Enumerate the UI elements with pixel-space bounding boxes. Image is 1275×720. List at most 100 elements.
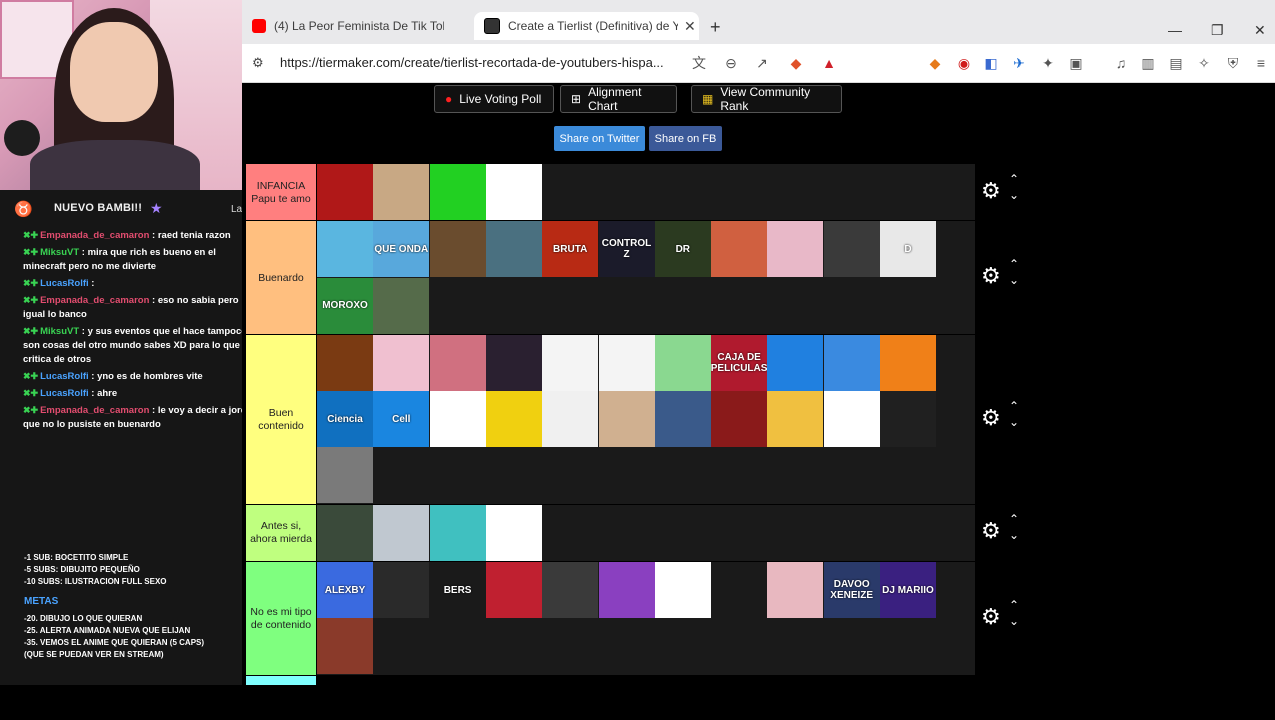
tier-item-image[interactable]: [823, 221, 880, 278]
tier-item-image[interactable]: [542, 391, 599, 448]
tier-item-image[interactable]: [485, 164, 542, 220]
tier-item-image[interactable]: [767, 334, 824, 391]
tier-item-image[interactable]: [429, 164, 486, 220]
move-up-icon[interactable]: ⌃: [1009, 257, 1019, 271]
move-up-icon[interactable]: ⌃: [1009, 512, 1019, 526]
tier-item-image[interactable]: [767, 221, 824, 278]
tier-label[interactable]: No es mi tipo de contenido: [246, 562, 316, 676]
tier-item-image[interactable]: [373, 504, 430, 561]
tier-label[interactable]: Buenardo: [246, 221, 316, 335]
tier-item-image[interactable]: [598, 562, 655, 619]
tier-item-image[interactable]: [485, 334, 542, 391]
share-twitter-button[interactable]: Share on Twitter: [554, 126, 645, 151]
tier-item-image[interactable]: [317, 447, 373, 504]
gear-icon[interactable]: ⚙: [981, 405, 1001, 431]
live-voting-button[interactable]: ● Live Voting Poll: [434, 85, 554, 113]
translate-ext-icon[interactable]: ◧: [982, 54, 1000, 72]
move-down-icon[interactable]: ⌄: [1009, 188, 1019, 202]
tier-item-image[interactable]: [654, 334, 711, 391]
tier-item-image[interactable]: BERS: [429, 562, 486, 619]
gear-icon[interactable]: ⚙: [981, 178, 1001, 204]
tier-item-image[interactable]: [317, 618, 373, 675]
tier-item-image[interactable]: [598, 391, 655, 448]
tier-item-image[interactable]: [485, 221, 542, 278]
sidebar-icon[interactable]: ▥: [1139, 54, 1157, 72]
tier-item-image[interactable]: [767, 562, 824, 619]
tier-item-image[interactable]: DJ MARIIO: [880, 562, 936, 619]
extensions-icon[interactable]: ✦: [1039, 54, 1057, 72]
tier-item-image[interactable]: [711, 562, 768, 619]
close-window-button[interactable]: ✕: [1254, 22, 1266, 39]
tier-item-image[interactable]: [485, 562, 542, 619]
tier-item-image[interactable]: Ciencia: [317, 391, 373, 448]
tier-item-image[interactable]: [598, 334, 655, 391]
metamask-icon[interactable]: ◆: [926, 54, 944, 72]
tier-item-image[interactable]: BRUTA: [542, 221, 599, 278]
tier-item-image[interactable]: MOROXO: [317, 277, 373, 334]
tier-item-image[interactable]: [880, 391, 936, 448]
brave-shield-icon[interactable]: ◆: [787, 54, 805, 72]
tier-label[interactable]: INFANCIA Papu te amo: [246, 164, 316, 222]
tier-label[interactable]: Buen contenido: [246, 334, 316, 505]
tier-item-image[interactable]: [429, 334, 486, 391]
tier-item-image[interactable]: CONTROL Z: [598, 221, 655, 278]
tier-item-image[interactable]: [317, 164, 373, 220]
music-icon[interactable]: ♫: [1112, 54, 1130, 72]
tier-item-image[interactable]: [485, 504, 542, 561]
new-tab-button[interactable]: +: [710, 17, 721, 38]
tab-tiermaker[interactable]: Create a Tierlist (Definitiva) de Yo ✕: [474, 12, 699, 40]
tier-item-image[interactable]: [373, 277, 430, 334]
move-up-icon[interactable]: ⌃: [1009, 172, 1019, 186]
tier-item-image[interactable]: [317, 221, 373, 278]
tier-item-image[interactable]: [711, 391, 768, 448]
community-rank-button[interactable]: ▦ View Community Rank: [691, 85, 842, 113]
move-down-icon[interactable]: ⌄: [1009, 614, 1019, 628]
tier-label[interactable]: [246, 675, 316, 685]
tier-item-image[interactable]: [429, 221, 486, 278]
tier-item-image[interactable]: DAVOO XENEIZE: [823, 562, 880, 619]
url-bar[interactable]: https://tiermaker.com/create/tierlist-re…: [280, 55, 680, 70]
tier-item-image[interactable]: [542, 334, 599, 391]
vpn-shield-icon[interactable]: ⛨: [1224, 54, 1242, 72]
tier-item-image[interactable]: [767, 391, 824, 448]
zoom-icon[interactable]: ⊖: [722, 54, 740, 72]
close-tab-icon[interactable]: ✕: [684, 18, 698, 35]
tier-item-image[interactable]: [823, 334, 880, 391]
gear-icon[interactable]: ⚙: [981, 604, 1001, 630]
move-down-icon[interactable]: ⌄: [1009, 273, 1019, 287]
tier-item-image[interactable]: [654, 391, 711, 448]
tier-item-image[interactable]: [654, 562, 711, 619]
brave-rewards-icon[interactable]: ▲: [820, 54, 838, 72]
tier-item-image[interactable]: DR: [654, 221, 711, 278]
site-info-icon[interactable]: ⚙: [252, 55, 264, 71]
wallet-icon[interactable]: ▤: [1167, 54, 1185, 72]
move-down-icon[interactable]: ⌄: [1009, 528, 1019, 542]
extension-red-icon[interactable]: ◉: [955, 54, 973, 72]
tier-item-image[interactable]: [373, 334, 430, 391]
gear-icon[interactable]: ⚙: [981, 518, 1001, 544]
vpn-ext-icon[interactable]: ✈: [1010, 54, 1028, 72]
tab-youtube[interactable]: (4) La Peor Feminista De Tik Tok Expu: [242, 12, 470, 40]
tier-item-image[interactable]: CAJA DE PELICULAS: [711, 334, 768, 391]
tier-item-image[interactable]: [373, 164, 430, 220]
move-up-icon[interactable]: ⌃: [1009, 598, 1019, 612]
tier-item-image[interactable]: [711, 221, 768, 278]
translate-icon[interactable]: 文: [690, 54, 708, 72]
screenshot-icon[interactable]: ▣: [1067, 54, 1085, 72]
tier-item-image[interactable]: [880, 334, 936, 391]
tier-item-image[interactable]: [429, 391, 486, 448]
tier-label[interactable]: Antes si, ahora mierda: [246, 504, 316, 563]
tier-item-image[interactable]: [542, 562, 599, 619]
share-icon[interactable]: ↗: [753, 54, 771, 72]
tier-item-image[interactable]: [373, 562, 430, 619]
move-up-icon[interactable]: ⌃: [1009, 399, 1019, 413]
minimize-button[interactable]: —: [1168, 22, 1182, 38]
tier-item-image[interactable]: [485, 391, 542, 448]
tier-item-image[interactable]: [317, 334, 373, 391]
tier-item-image[interactable]: [317, 504, 373, 561]
alignment-chart-button[interactable]: ⊞ Alignment Chart: [560, 85, 677, 113]
tier-item-image[interactable]: [823, 391, 880, 448]
tier-item-image[interactable]: ALEXBY: [317, 562, 373, 619]
restore-button[interactable]: ❐: [1211, 22, 1224, 39]
tier-item-image[interactable]: Cell: [373, 391, 430, 448]
